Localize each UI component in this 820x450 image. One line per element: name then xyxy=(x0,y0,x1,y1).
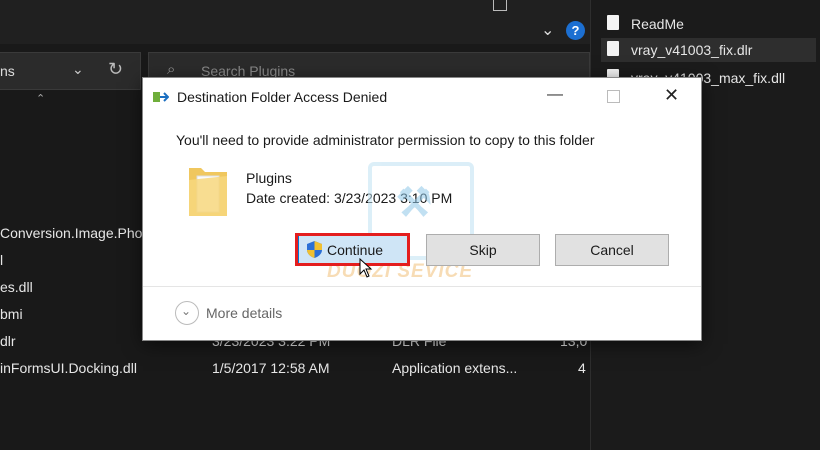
help-icon[interactable]: ? xyxy=(566,21,585,40)
list-item-selected[interactable]: vray_v41003_fix.dlr xyxy=(601,38,816,62)
chevron-down-icon: ⌄ xyxy=(181,304,192,318)
file-icon xyxy=(607,41,619,56)
dialog-message: You'll need to provide administrator per… xyxy=(176,132,595,148)
file-name: l xyxy=(0,252,4,268)
mouse-cursor-icon xyxy=(359,258,373,278)
file-size: 4 xyxy=(578,360,586,376)
copy-icon xyxy=(153,92,169,102)
search-icon: ⌕ xyxy=(167,61,176,78)
list-item-label: vray_v41003_fix.dlr xyxy=(631,42,753,58)
highlight-box xyxy=(295,233,410,266)
file-name: Conversion.Image.Pho xyxy=(0,225,143,241)
tools-icon: ⚒ xyxy=(396,181,432,225)
ribbon-bar: ⌄ ? xyxy=(0,18,590,44)
refresh-icon[interactable]: ↻ xyxy=(108,59,123,80)
sort-caret-icon[interactable]: ⌃ xyxy=(36,92,45,105)
address-bar[interactable]: ns ⌄ ↻ xyxy=(0,52,141,90)
file-row[interactable]: inFormsUI.Docking.dll 1/5/2017 12:58 AM … xyxy=(0,357,590,379)
folder-name: Plugins xyxy=(246,170,292,186)
list-item-label: ReadMe xyxy=(631,16,684,32)
access-denied-dialog: Destination Folder Access Denied — ✕ You… xyxy=(143,78,701,340)
address-text: ns xyxy=(0,63,15,79)
file-name: dlr xyxy=(0,333,16,349)
file-date: 1/5/2017 12:58 AM xyxy=(212,360,330,376)
address-dropdown-icon[interactable]: ⌄ xyxy=(72,61,84,78)
file-icon xyxy=(607,15,619,30)
divider xyxy=(143,286,701,287)
file-name: inFormsUI.Docking.dll xyxy=(0,360,137,376)
close-icon[interactable]: ✕ xyxy=(664,85,679,106)
chevron-down-icon[interactable]: ⌄ xyxy=(541,20,554,40)
more-details-toggle[interactable]: ⌄ xyxy=(175,301,199,325)
search-placeholder: Search Plugins xyxy=(201,63,296,79)
dialog-title: Destination Folder Access Denied xyxy=(177,89,388,105)
more-details-label[interactable]: More details xyxy=(206,305,282,321)
skip-button[interactable]: Skip xyxy=(426,234,540,266)
file-type: Application extens... xyxy=(392,360,518,376)
file-name: bmi xyxy=(0,306,23,322)
maximize-icon[interactable] xyxy=(493,0,507,11)
file-name: es.dll xyxy=(0,279,33,295)
maximize-icon[interactable] xyxy=(607,90,620,103)
folder-icon xyxy=(189,168,227,216)
title-bar xyxy=(0,0,590,18)
list-item[interactable]: ReadMe xyxy=(601,12,816,36)
minimize-icon[interactable]: — xyxy=(547,86,563,104)
cancel-button[interactable]: Cancel xyxy=(555,234,669,266)
